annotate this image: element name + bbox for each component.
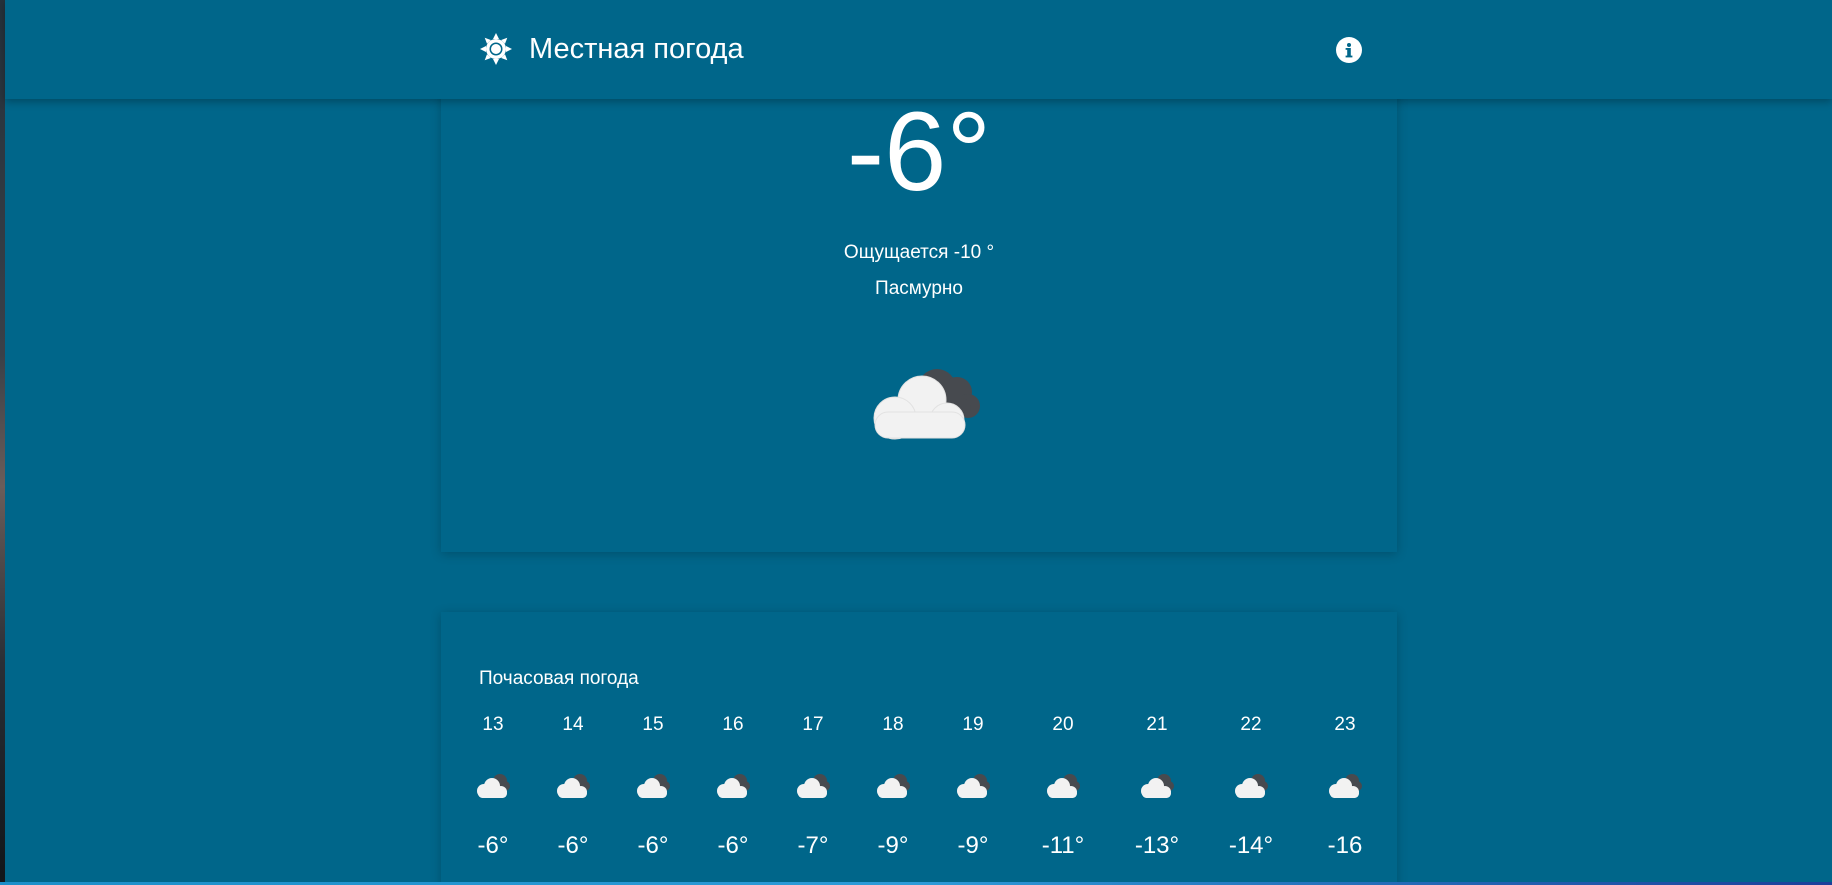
hour-label: 20 [1052, 714, 1074, 735]
cloudy-icon [477, 774, 510, 798]
hour-label: 18 [882, 714, 904, 735]
info-button[interactable] [1336, 37, 1362, 63]
condition-text: Пасмурно [875, 278, 963, 299]
hourly-item: 16 -6° [701, 712, 765, 861]
sun-icon [480, 33, 512, 65]
hour-temperature: -6° [477, 832, 509, 859]
app-header: Местная погода [5, 0, 1832, 99]
hour-temperature: -9° [957, 832, 989, 859]
hour-label: 22 [1240, 714, 1262, 735]
cloudy-icon [877, 774, 910, 798]
hourly-item: 21 -13° [1125, 712, 1189, 861]
hour-label: 13 [482, 714, 504, 735]
hourly-item: 23 -16 [1313, 712, 1377, 861]
header-inner: Местная погода [478, 0, 1370, 99]
hourly-title: Почасовая погода [479, 668, 639, 689]
hour-temperature: -11° [1041, 832, 1085, 859]
info-icon [1345, 43, 1353, 58]
feels-like-text: Ощущается -10 ° [843, 242, 995, 263]
cloudy-icon [797, 774, 830, 798]
hour-temperature: -14° [1228, 832, 1274, 859]
hourly-item: 14 -6° [541, 712, 605, 861]
hour-temperature: -16 [1327, 832, 1363, 859]
cloudy-icon [1047, 774, 1080, 798]
hour-label: 19 [962, 714, 984, 735]
hourly-item: 13 -6° [461, 712, 525, 861]
desktop-edge [0, 0, 5, 885]
hour-temperature: -13° [1134, 832, 1180, 859]
hour-temperature: -9° [877, 832, 909, 859]
hour-label: 17 [802, 714, 824, 735]
hourly-item: 17 -7° [781, 712, 845, 861]
hour-label: 21 [1146, 714, 1168, 735]
cloudy-icon [1235, 774, 1268, 798]
cloudy-icon [873, 369, 980, 440]
hourly-item: 15 -6° [621, 712, 685, 861]
hour-label: 14 [562, 714, 584, 735]
hourly-item: 20 -11° [1031, 712, 1095, 861]
app-title: Местная погода [529, 33, 744, 65]
hour-temperature: -7° [797, 832, 829, 859]
cloudy-icon [717, 774, 750, 798]
current-weather-card: -6° Ощущается -10 ° Пасмурно [441, 40, 1397, 552]
hourly-item: 19 -9° [941, 712, 1005, 861]
hour-temperature: -6° [637, 832, 669, 859]
hour-label: 15 [642, 714, 664, 735]
cloudy-icon [1141, 774, 1174, 798]
hour-label: 16 [722, 714, 744, 735]
hourly-weather-card: Почасовая погода 13 -6° 14 -6° 15 -6° 16 -6° 17 -… [441, 612, 1397, 885]
app-page: -6° Ощущается -10 ° Пасмурно Почасовая п… [0, 0, 1832, 885]
cloudy-icon [957, 774, 990, 798]
hour-label: 23 [1334, 714, 1356, 735]
hour-temperature: -6° [557, 832, 589, 859]
cloudy-icon [1329, 774, 1362, 798]
hour-temperature: -6° [717, 832, 749, 859]
cloudy-icon [557, 774, 590, 798]
current-temperature: -6° [846, 89, 992, 214]
hourly-item: 22 -14° [1219, 712, 1283, 861]
hourly-item: 18 -9° [861, 712, 925, 861]
cloudy-icon [637, 774, 670, 798]
